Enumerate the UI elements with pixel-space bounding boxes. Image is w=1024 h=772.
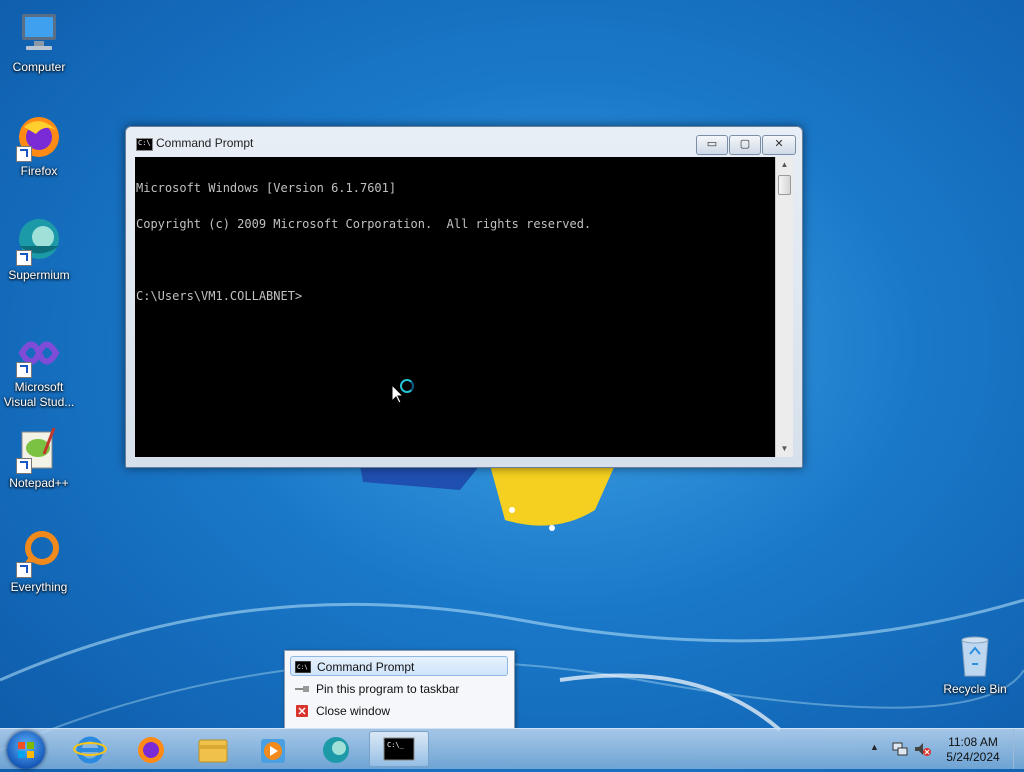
everything-icon — [14, 528, 64, 578]
shortcut-arrow-icon — [16, 362, 32, 378]
desktop-icon-visual-studio[interactable]: Microsoft Visual Stud... — [0, 328, 78, 410]
start-button[interactable] — [7, 731, 45, 769]
shortcut-arrow-icon — [16, 250, 32, 266]
console-line: Microsoft Windows [Version 6.1.7601] — [136, 181, 397, 195]
cmd-icon: C:\ — [295, 661, 311, 673]
close-window-icon — [296, 705, 308, 717]
jump-list-item-pin[interactable]: Pin this program to taskbar — [290, 679, 508, 699]
desktop-icon-everything[interactable]: Everything — [0, 528, 78, 595]
command-prompt-window[interactable]: C:\ Command Prompt ▭ ▢ ✕ Microsoft Windo… — [125, 126, 803, 468]
show-desktop-button[interactable] — [1013, 729, 1024, 769]
supermium-icon — [14, 216, 64, 266]
maximize-button[interactable]: ▢ — [729, 135, 761, 155]
svg-text:C:\: C:\ — [297, 664, 308, 671]
jump-list-item-close-window[interactable]: Close window — [290, 701, 508, 721]
firefox-icon — [14, 112, 64, 162]
minimize-button[interactable]: ▭ — [696, 135, 728, 155]
clock-date: 5/24/2024 — [946, 750, 1000, 764]
scroll-thumb[interactable] — [778, 175, 791, 195]
media-player-icon — [261, 739, 285, 763]
console-line: Copyright (c) 2009 Microsoft Corporation… — [136, 217, 592, 231]
recycle-bin-icon — [950, 630, 1000, 680]
taskbar-command-prompt[interactable]: C:\_ — [369, 731, 429, 767]
windows-flag-icon — [18, 742, 34, 758]
shortcut-arrow-icon — [16, 562, 32, 578]
pin-icon — [295, 686, 309, 692]
windows-logo-wallpaper — [360, 465, 615, 531]
internet-explorer-icon — [73, 736, 107, 764]
shortcut-arrow-icon — [16, 458, 32, 474]
network-icon[interactable] — [892, 741, 908, 757]
volume-muted-icon[interactable] — [914, 741, 932, 757]
mouse-cursor-icon — [392, 385, 404, 404]
console-output[interactable]: Microsoft Windows [Version 6.1.7601] Cop… — [135, 157, 775, 457]
desktop-icon-computer[interactable]: Computer — [0, 8, 78, 75]
supermium-icon — [323, 737, 349, 763]
computer-icon — [14, 8, 64, 58]
close-button[interactable]: ✕ — [762, 135, 796, 155]
svg-text:C:\_: C:\_ — [387, 741, 405, 749]
clock-time: 11:08 AM — [948, 735, 998, 749]
file-explorer-icon — [198, 739, 228, 763]
window-titlebar[interactable]: C:\ Command Prompt ▭ ▢ ✕ — [126, 127, 802, 157]
scroll-up-icon[interactable]: ▲ — [776, 157, 793, 173]
taskbar-media-player[interactable] — [246, 731, 302, 767]
desktop-icon-firefox[interactable]: Firefox — [0, 112, 78, 179]
scroll-down-icon[interactable]: ▼ — [776, 441, 793, 457]
taskbar-jump-list: C:\ Command Prompt Pin this program to t… — [284, 650, 515, 729]
notepadpp-icon — [14, 424, 64, 474]
show-hidden-icons-icon[interactable]: ▲ — [870, 742, 879, 752]
desktop-icon-supermium[interactable]: Supermium — [0, 216, 78, 283]
system-tray: ▲ 11:08 AM 5/24/2024 — [866, 729, 1024, 769]
cmd-icon: C:\_ — [383, 737, 415, 761]
visual-studio-icon — [14, 328, 64, 378]
window-title: Command Prompt — [156, 136, 254, 150]
taskbar: C:\_ ▲ 11:08 AM 5/24/2024 — [0, 728, 1024, 769]
taskbar-internet-explorer[interactable] — [62, 731, 118, 767]
vertical-scrollbar[interactable]: ▲ ▼ — [775, 157, 793, 457]
cmd-icon: C:\ — [136, 138, 153, 151]
desktop-icon-notepadpp[interactable]: Notepad++ — [0, 424, 78, 491]
shortcut-arrow-icon — [16, 146, 32, 162]
system-clock[interactable]: 11:08 AM 5/24/2024 — [942, 735, 1004, 765]
desktop-icon-recycle-bin[interactable]: Recycle Bin — [936, 630, 1014, 697]
console-prompt: C:\Users\VM1.COLLABNET> — [136, 289, 303, 303]
taskbar-supermium[interactable] — [308, 731, 364, 767]
jump-list-item-command-prompt[interactable]: C:\ Command Prompt — [290, 656, 508, 676]
firefox-icon — [138, 737, 164, 763]
taskbar-file-explorer[interactable] — [185, 731, 241, 767]
taskbar-firefox[interactable] — [123, 731, 179, 767]
